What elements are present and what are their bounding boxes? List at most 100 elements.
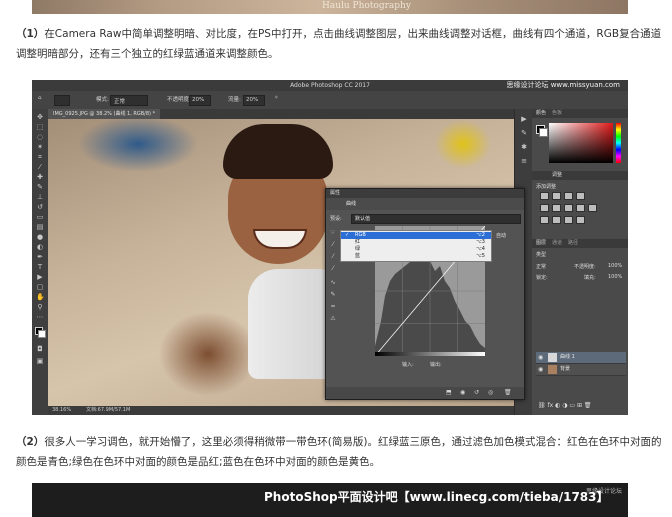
zoom-tool-icon[interactable]: ⚲: [36, 303, 44, 311]
gray-point-eyedropper-icon[interactable]: ⁄: [329, 253, 337, 261]
hand-tool-icon[interactable]: ✋: [36, 293, 45, 301]
brush-panel-icon[interactable]: ✱: [520, 143, 528, 151]
smooth-curve-icon[interactable]: ≈: [329, 303, 337, 311]
auto-button[interactable]: 自动: [496, 232, 506, 239]
channels-tab[interactable]: 通道: [552, 239, 562, 248]
adjust-tab[interactable]: 调整: [552, 171, 562, 180]
properties-title: 属性: [330, 190, 341, 196]
swatches-tab[interactable]: 色板: [552, 109, 562, 118]
layer-visibility-icon[interactable]: ◉: [538, 352, 543, 363]
color-balance-adjust-icon[interactable]: [564, 204, 573, 212]
healing-tool-icon[interactable]: ✚: [36, 173, 44, 181]
channel-option-blue[interactable]: 蓝 ⌥5: [341, 253, 491, 260]
black-white-adjust-icon[interactable]: [576, 204, 585, 212]
delete-icon[interactable]: 🗑: [504, 389, 512, 397]
airbrush-icon[interactable]: ✧: [274, 95, 279, 101]
background-color-swatch[interactable]: [38, 330, 46, 338]
layers-footer-icons[interactable]: ⛓ fx ◐ ◑ ▭ ⊞ 🗑: [538, 402, 592, 409]
pen-tool-icon[interactable]: ✒: [36, 253, 44, 261]
curve-point-tool-icon[interactable]: ∿: [329, 279, 337, 287]
preset-select[interactable]: 默认值: [351, 214, 521, 224]
clipping-warning-icon[interactable]: ⚠: [329, 315, 337, 323]
layer-row-curves[interactable]: ◉ 曲线 1: [536, 352, 626, 364]
opacity-label: 不透明度:: [167, 97, 191, 103]
move-tool-icon[interactable]: ✥: [36, 113, 44, 121]
white-point-eyedropper-icon[interactable]: ⁄: [329, 265, 337, 273]
threshold-adjust-icon[interactable]: [564, 216, 573, 224]
posterize-adjust-icon[interactable]: [552, 216, 561, 224]
stamp-tool-icon[interactable]: ⊥: [36, 193, 44, 201]
type-tool-icon[interactable]: T: [36, 263, 44, 271]
eraser-tool-icon[interactable]: ▭: [36, 213, 44, 221]
blur-tool-icon[interactable]: ●: [36, 233, 44, 241]
curves-adjust-icon[interactable]: [564, 192, 573, 200]
clip-to-layer-icon[interactable]: ⬒: [446, 389, 452, 397]
vibrance-adjust-icon[interactable]: [540, 204, 549, 212]
layer-fill-label: 填充:: [584, 275, 596, 281]
ps-title-bar: Adobe Photoshop CC 2017 思缘设计论坛 www.missy…: [32, 80, 628, 98]
preset-label: 预设:: [330, 216, 342, 222]
path-select-tool-icon[interactable]: ▶: [36, 273, 44, 281]
hue-saturation-adjust-icon[interactable]: [552, 204, 561, 212]
black-point-eyedropper-icon[interactable]: ⁄: [329, 241, 337, 249]
layer-opacity-value[interactable]: 100%: [608, 263, 622, 269]
banner-text: PhotoShop平面设计吧【www.linecg.com/tieba/1783…: [264, 490, 609, 504]
magic-wand-tool-icon[interactable]: ✶: [36, 143, 44, 151]
eyedropper-tool-icon[interactable]: ⁄: [36, 163, 44, 171]
brightness-adjust-icon[interactable]: [540, 192, 549, 200]
curves-subheader: 曲线: [326, 198, 524, 210]
quick-mask-icon[interactable]: ◘: [36, 345, 44, 353]
shape-tool-icon[interactable]: ▢: [36, 283, 44, 291]
pencil-curve-icon[interactable]: ✎: [329, 291, 337, 299]
paragraph-2-number: （2）: [16, 436, 45, 448]
document-tab[interactable]: IMG_0925.JPG @ 38.2% (曲线 1, RGB/8) *: [48, 109, 161, 119]
home-icon[interactable]: ⌂: [38, 95, 42, 101]
layer-row-background[interactable]: ◉ 背景: [536, 364, 626, 376]
more-tools-icon[interactable]: ⋯: [36, 313, 44, 321]
dodge-tool-icon[interactable]: ◐: [36, 243, 44, 251]
color-picker-field[interactable]: [549, 123, 613, 163]
levels-adjust-icon[interactable]: [552, 192, 561, 200]
visibility-icon[interactable]: ◎: [488, 389, 493, 397]
layer-opacity-label: 不透明度:: [574, 264, 596, 270]
channel-option-green[interactable]: 绿 ⌥4: [341, 246, 491, 253]
gradient-tool-icon[interactable]: ▤: [36, 223, 44, 231]
layer-blend-mode[interactable]: 正常: [536, 263, 546, 270]
brush-tool-icon[interactable]: ✎: [36, 183, 44, 191]
brush-preset-picker[interactable]: [54, 95, 70, 106]
on-image-adjust-icon[interactable]: ☞: [329, 229, 337, 237]
history-panel-icon[interactable]: ▶: [520, 115, 528, 123]
paths-tab[interactable]: 路径: [568, 239, 578, 248]
channel-shortcut: ⌥4: [476, 246, 485, 252]
color-panel-background-swatch[interactable]: [539, 128, 548, 137]
forum-watermark: 思缘设计论坛 www.missyuan.com: [506, 81, 620, 89]
photo-filter-adjust-icon[interactable]: [588, 204, 597, 212]
layer-visibility-icon[interactable]: ◉: [538, 364, 543, 375]
hue-slider[interactable]: [616, 123, 621, 163]
flow-field[interactable]: 20%: [243, 95, 265, 106]
crop-tool-icon[interactable]: ⌗: [36, 153, 44, 161]
channel-check: ✓: [345, 232, 350, 238]
actions-panel-icon[interactable]: ✎: [520, 129, 528, 137]
invert-adjust-icon[interactable]: [540, 216, 549, 224]
view-previous-icon[interactable]: ◉: [460, 389, 465, 397]
channel-option-red[interactable]: 红 ⌥3: [341, 239, 491, 246]
color-tab[interactable]: 颜色: [536, 109, 546, 118]
channel-shortcut: ⌥5: [476, 253, 485, 259]
layer-kind-filter[interactable]: 类型: [536, 251, 546, 258]
marquee-tool-icon[interactable]: ⬚: [36, 123, 44, 131]
channel-option-rgb[interactable]: ✓ RGB ⌥2: [341, 232, 491, 239]
layer-thumbnail: [548, 353, 557, 362]
mode-select[interactable]: 正常: [110, 95, 148, 106]
properties-panel-icon[interactable]: ≡: [520, 157, 528, 165]
layer-fill-value[interactable]: 100%: [608, 274, 622, 280]
opacity-field[interactable]: 20%: [189, 95, 211, 106]
lasso-tool-icon[interactable]: ◌: [36, 133, 44, 141]
gradient-map-adjust-icon[interactable]: [576, 216, 585, 224]
screen-mode-icon[interactable]: ▣: [36, 357, 44, 365]
history-brush-tool-icon[interactable]: ↺: [36, 203, 44, 211]
reset-icon[interactable]: ↺: [474, 389, 479, 397]
zoom-level[interactable]: 38.16%: [52, 406, 71, 415]
exposure-adjust-icon[interactable]: [576, 192, 585, 200]
layers-tab[interactable]: 图层: [536, 239, 546, 248]
